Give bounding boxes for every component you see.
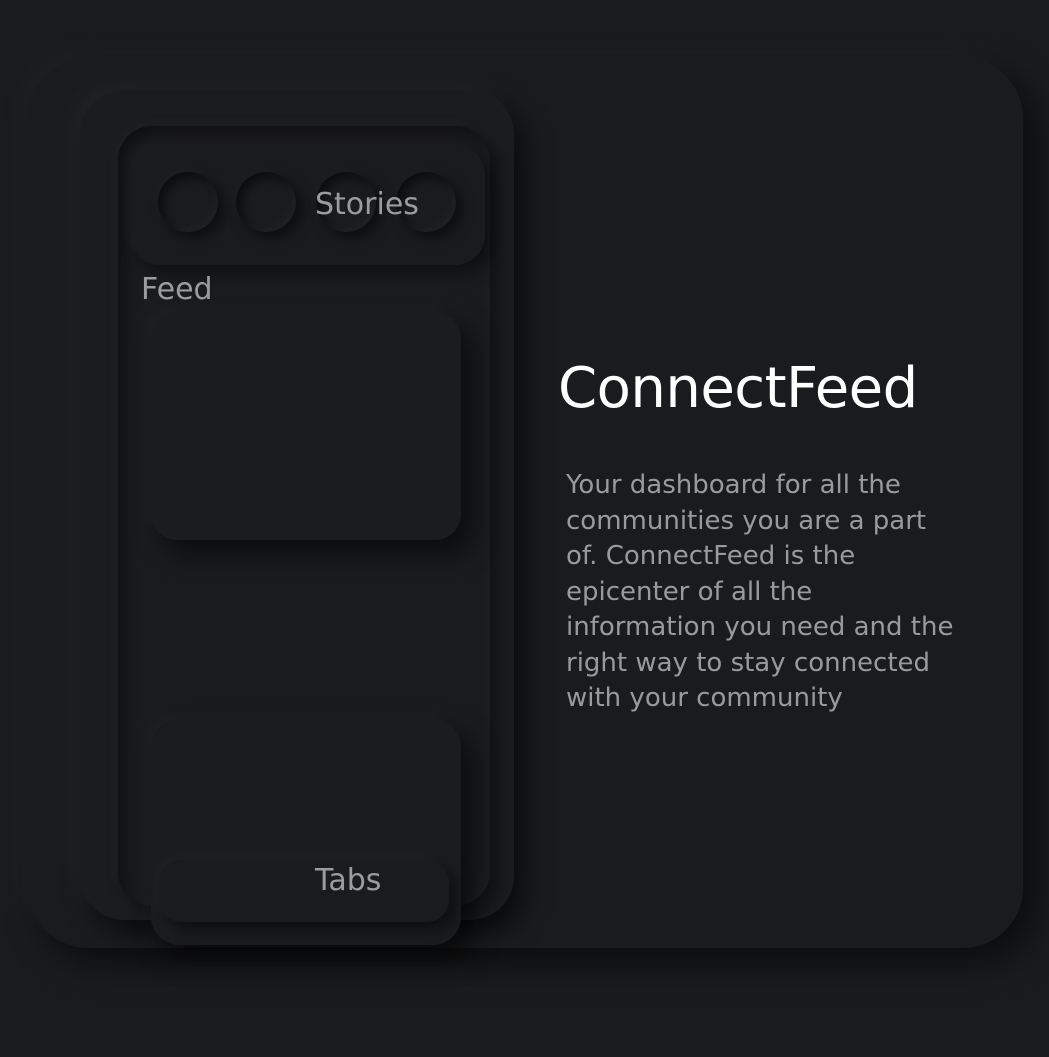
app-title: ConnectFeed — [558, 356, 918, 421]
feed-label: Feed — [141, 272, 213, 307]
story-avatar[interactable] — [158, 172, 218, 232]
tabs-label: Tabs — [315, 863, 382, 898]
feed-card[interactable] — [151, 312, 461, 540]
app-description: Your dashboard for all the communities y… — [566, 470, 954, 713]
story-avatar[interactable] — [236, 172, 296, 232]
tabs-bar[interactable] — [159, 860, 449, 922]
stories-label: Stories — [315, 187, 419, 222]
